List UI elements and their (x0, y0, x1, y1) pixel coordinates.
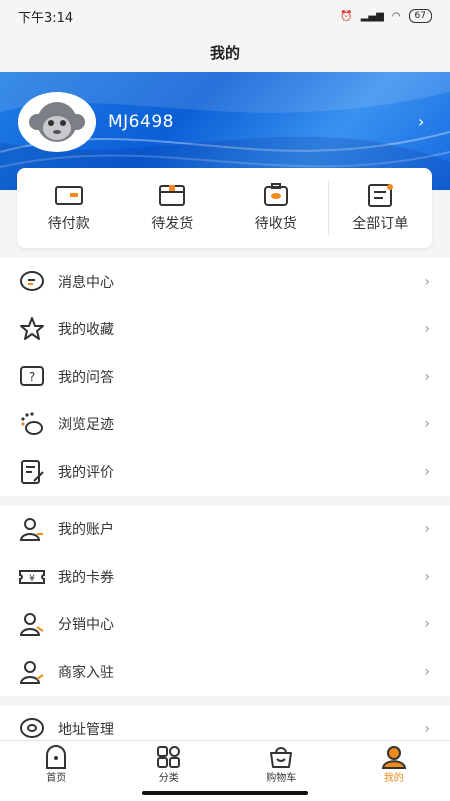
footprint-icon (19, 411, 45, 437)
account-icon (19, 516, 45, 542)
order-label: 全部订单 (352, 213, 408, 233)
signal-icon: ▂▄▆ (361, 11, 384, 22)
home-icon (43, 745, 69, 769)
home-indicator[interactable] (142, 791, 308, 795)
status-time: 下午3:14 (18, 7, 73, 26)
order-label: 待付款 (48, 213, 90, 233)
chevron-right-icon: › (424, 369, 430, 385)
svg-text:?: ? (29, 370, 35, 384)
tab-home[interactable]: 首页 (0, 741, 113, 801)
menu-item-reviews[interactable]: 我的评价 › (0, 448, 450, 496)
tab-label: 我的 (384, 769, 404, 784)
question-icon: ? (19, 364, 45, 390)
menu-list: 消息中心 › 我的收藏 › ? 我的问答 › 浏览足迹 › 我的评价 › 我的账… (0, 258, 450, 753)
profile-icon (381, 745, 407, 769)
battery-indicator: 67 (409, 9, 432, 23)
orders-list-icon (365, 183, 395, 207)
box-icon (157, 183, 187, 207)
chevron-right-icon[interactable]: › (418, 112, 424, 131)
tab-label: 分类 (159, 769, 179, 784)
order-pending-shipment[interactable]: 待发货 (121, 168, 225, 248)
tab-label: 首页 (46, 769, 66, 784)
chevron-right-icon: › (424, 274, 430, 290)
status-bar: 下午3:14 ⏰ ▂▄▆ ◠ 67 (0, 0, 450, 32)
tab-mine[interactable]: 我的 (338, 741, 450, 801)
wifi-icon: ◠ (392, 11, 401, 22)
order-label: 待发货 (151, 213, 193, 233)
tab-label: 购物车 (266, 769, 296, 784)
svg-text:¥: ¥ (29, 574, 35, 584)
coupon-icon: ¥ (19, 564, 45, 590)
menu-item-label: 我的评价 (58, 462, 114, 482)
menu-item-label: 我的账户 (58, 519, 114, 539)
menu-item-favorites[interactable]: 我的收藏 › (0, 306, 450, 354)
chevron-right-icon: › (424, 664, 430, 680)
menu-item-label: 我的问答 (58, 367, 114, 387)
chevron-right-icon: › (424, 616, 430, 632)
menu-item-label: 地址管理 (58, 719, 114, 739)
chevron-right-icon: › (424, 569, 430, 585)
alarm-icon: ⏰ (340, 11, 352, 22)
menu-item-label: 商家入驻 (58, 662, 114, 682)
menu-item-label: 我的收藏 (58, 319, 114, 339)
chevron-right-icon: › (424, 721, 430, 737)
order-all[interactable]: 全部订单 (328, 180, 433, 236)
chevron-right-icon: › (424, 321, 430, 337)
menu-item-footprints[interactable]: 浏览足迹 › (0, 401, 450, 449)
menu-item-coupons[interactable]: ¥ 我的卡券 › (0, 553, 450, 601)
menu-item-label: 消息中心 (58, 272, 114, 292)
location-icon (19, 716, 45, 742)
order-status-card: 待付款 待发货 待收货 全部订单 (17, 168, 432, 248)
menu-item-label: 浏览足迹 (58, 414, 114, 434)
menu-item-label: 分销中心 (58, 614, 114, 634)
wallet-icon (54, 183, 84, 207)
menu-item-qa[interactable]: ? 我的问答 › (0, 353, 450, 401)
menu-item-label: 我的卡券 (58, 567, 114, 587)
chevron-right-icon: › (424, 416, 430, 432)
distribution-icon (19, 611, 45, 637)
menu-item-merchant[interactable]: 商家入驻 › (0, 648, 450, 696)
chevron-right-icon: › (424, 464, 430, 480)
review-icon (19, 459, 45, 485)
order-pending-payment[interactable]: 待付款 (17, 168, 121, 248)
menu-item-distribution[interactable]: 分销中心 › (0, 601, 450, 649)
order-label: 待收货 (255, 213, 297, 233)
username[interactable]: MJ6498 (108, 112, 174, 132)
menu-item-message-center[interactable]: 消息中心 › (0, 258, 450, 306)
avatar[interactable] (18, 92, 96, 152)
section-divider (0, 496, 450, 506)
order-pending-receipt[interactable]: 待收货 (224, 168, 328, 248)
package-icon (261, 183, 291, 207)
message-icon (19, 269, 45, 295)
menu-item-account[interactable]: 我的账户 › (0, 506, 450, 554)
category-icon (156, 745, 182, 769)
cart-icon (267, 745, 295, 769)
status-icons: ⏰ ▂▄▆ ◠ 67 (340, 9, 432, 23)
merchant-icon (19, 659, 45, 685)
monkey-avatar-icon (27, 96, 87, 148)
section-divider (0, 696, 450, 706)
star-icon (19, 316, 45, 342)
page-title: 我的 (0, 32, 450, 72)
chevron-right-icon: › (424, 521, 430, 537)
